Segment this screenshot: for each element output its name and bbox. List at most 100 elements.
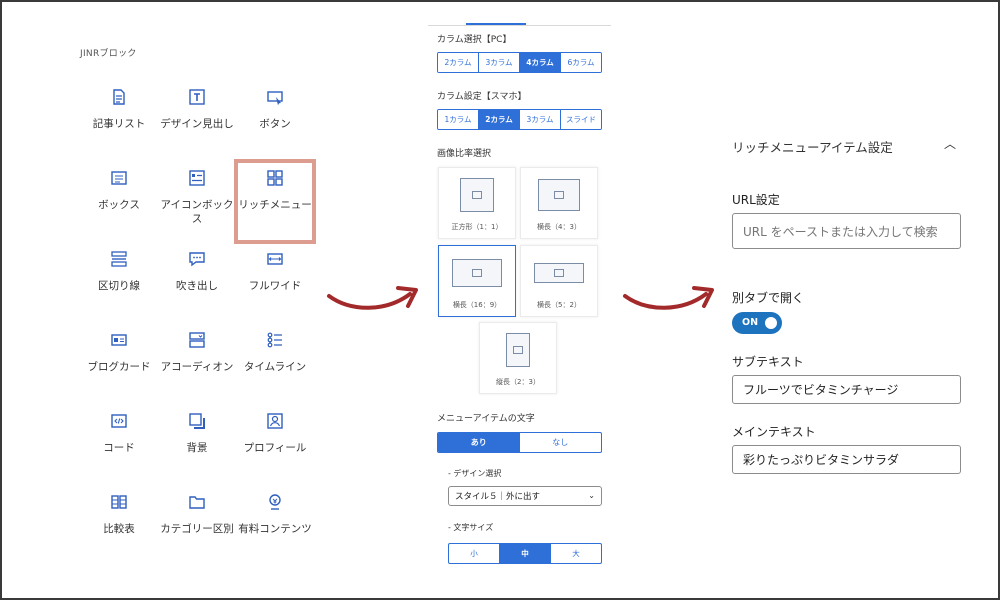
category-icon [189, 496, 205, 509]
design-label: - デザイン選択 [448, 469, 502, 478]
block-label: アイコンボックス [160, 199, 234, 225]
blog-card-icon [111, 334, 127, 346]
block-label: 有料コンテンツ [238, 523, 312, 535]
font-size-option[interactable]: 小 [449, 544, 500, 563]
column-sp-selector: 1カラム 2カラム 3カラム スライド [437, 109, 602, 130]
block-label: 区切り線 [98, 280, 140, 292]
block-blog-card[interactable]: ブログカード [80, 323, 158, 404]
block-speech-bubble[interactable]: 吹き出し [158, 242, 236, 323]
block-label: 比較表 [103, 523, 135, 535]
block-label: アコーディオン [160, 361, 234, 373]
block-full-wide[interactable]: フルワイド [236, 242, 314, 323]
divider-icon [111, 251, 127, 267]
menu-text-option-selected[interactable]: あり [438, 433, 520, 452]
block-background[interactable]: 背景 [158, 404, 236, 485]
ratio-caption: 正方形（1：1） [451, 223, 503, 231]
block-label: ボタン [259, 118, 291, 130]
block-label: プロフィール [243, 442, 307, 454]
font-size-option[interactable]: 大 [551, 544, 601, 563]
panel-divider [428, 25, 611, 26]
ratio-caption: 横長（5：2） [537, 301, 581, 309]
url-label: URL設定 [732, 193, 780, 207]
heading-icon [189, 89, 205, 105]
block-label: ブログカード [87, 361, 151, 373]
block-heading[interactable]: デザイン見出し [158, 80, 236, 161]
ratio-option-16-9-selected[interactable]: 横長（16：9） [438, 245, 516, 317]
image-placeholder-icon [506, 333, 530, 367]
ratio-option-4-3[interactable]: 横長（4：3） [520, 167, 598, 239]
block-label: 吹き出し [176, 280, 218, 292]
subtext-input[interactable]: フルーツでビタミンチャージ [732, 375, 961, 404]
column-sp-option[interactable]: スライド [561, 110, 601, 129]
column-sp-option[interactable]: 1カラム [438, 110, 479, 129]
block-label: タイムライン [243, 361, 307, 373]
image-placeholder-icon [534, 263, 584, 283]
block-label: 記事リスト [92, 118, 146, 130]
maintext-label: メインテキスト [732, 425, 816, 439]
background-icon [189, 413, 205, 429]
new-tab-toggle[interactable]: ON [732, 312, 782, 334]
block-comparison-table[interactable]: 比較表 [80, 485, 158, 566]
block-paid-content[interactable]: 有料コンテンツ [236, 485, 314, 566]
arrow-right-icon [623, 286, 714, 310]
icon-box-icon [189, 170, 205, 186]
block-timeline[interactable]: タイムライン [236, 323, 314, 404]
url-input[interactable]: URL をペーストまたは入力して検索 [732, 213, 961, 249]
block-profile[interactable]: プロフィール [236, 404, 314, 485]
rich-menu-settings-panel: カラム選択【PC】 2カラム 3カラム 4カラム 6カラム カラム設定【スマホ】… [428, 0, 611, 600]
ratio-option-square[interactable]: 正方形（1：1） [438, 167, 516, 239]
column-pc-option[interactable]: 2カラム [438, 53, 479, 72]
column-pc-option-selected[interactable]: 4カラム [520, 53, 561, 72]
column-sp-label: カラム設定【スマホ】 [437, 92, 527, 102]
article-list-icon [113, 89, 125, 105]
block-article-list[interactable]: 記事リスト [80, 80, 158, 161]
image-placeholder-icon [538, 179, 580, 211]
subtext-label: サブテキスト [732, 355, 804, 369]
paid-content-icon [269, 494, 281, 510]
block-divider[interactable]: 区切り線 [80, 242, 158, 323]
chevron-up-icon[interactable]: ︿ [944, 135, 956, 152]
block-category[interactable]: カテゴリー区別 [158, 485, 236, 566]
image-placeholder-icon [452, 259, 502, 287]
button-icon [267, 91, 283, 106]
ratio-caption: 縦長（2：3） [496, 378, 540, 386]
panel-title: リッチメニューアイテム設定 [732, 140, 893, 155]
block-label: ボックス [98, 199, 140, 211]
block-grid: 記事リスト デザイン見出し ボタン ボックス アイコンボックス リッチメニュー … [80, 80, 320, 566]
ratio-caption: 横長（16：9） [452, 301, 502, 309]
block-label: コード [103, 442, 135, 454]
comparison-table-icon [111, 495, 127, 509]
block-box[interactable]: ボックス [80, 161, 158, 242]
ratio-label: 画像比率選択 [437, 149, 492, 159]
column-sp-option-selected[interactable]: 2カラム [479, 110, 520, 129]
block-code[interactable]: コード [80, 404, 158, 485]
accordion-icon [189, 332, 205, 348]
toggle-state: ON [742, 317, 759, 328]
rich-menu-item-settings: リッチメニューアイテム設定 ︿ URL設定 URL をペーストまたは入力して検索… [732, 0, 972, 600]
ratio-option-5-2[interactable]: 横長（5：2） [520, 245, 598, 317]
full-wide-icon [267, 253, 283, 265]
arrow-right-icon [327, 286, 418, 310]
block-button[interactable]: ボタン [236, 80, 314, 161]
code-icon [111, 414, 127, 428]
block-label: フルワイド [248, 280, 302, 292]
block-label: 背景 [186, 442, 208, 454]
column-pc-selector: 2カラム 3カラム 4カラム 6カラム [437, 52, 602, 73]
speech-bubble-icon [189, 252, 205, 267]
font-size-option-selected[interactable]: 中 [500, 544, 551, 563]
column-pc-option[interactable]: 3カラム [479, 53, 520, 72]
column-sp-option[interactable]: 3カラム [520, 110, 561, 129]
maintext-input[interactable]: 彩りたっぷりビタミンサラダ [732, 445, 961, 474]
menu-text-option[interactable]: なし [520, 433, 602, 452]
design-select-value: スタイル５｜外に出す [455, 492, 541, 502]
block-label: カテゴリー区別 [160, 523, 234, 535]
rich-menu-highlight [234, 159, 316, 244]
box-icon [111, 171, 127, 185]
block-accordion[interactable]: アコーディオン [158, 323, 236, 404]
ratio-option-2-3[interactable]: 縦長（2：3） [479, 322, 557, 394]
new-tab-label: 別タブで開く [732, 291, 805, 305]
menu-text-selector: あり なし [437, 432, 602, 453]
block-icon-box[interactable]: アイコンボックス [158, 161, 236, 242]
column-pc-option[interactable]: 6カラム [561, 53, 601, 72]
design-select[interactable]: スタイル５｜外に出す ⌄ [448, 486, 602, 506]
